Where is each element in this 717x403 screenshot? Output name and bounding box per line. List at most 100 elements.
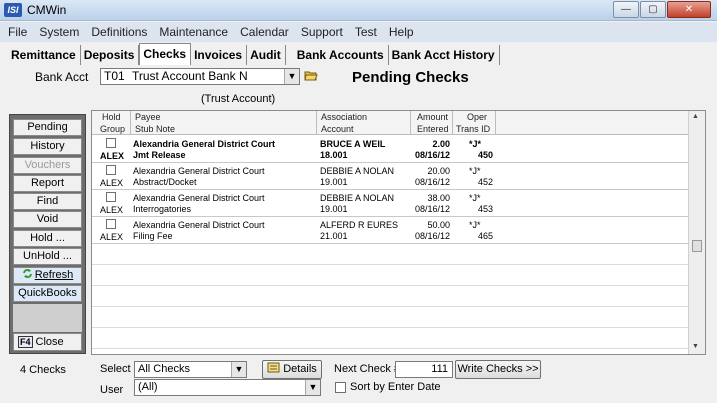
user-dropdown[interactable]: (All) ▼ <box>134 379 321 396</box>
menu-file[interactable]: File <box>8 25 27 39</box>
header-entered[interactable]: Entered <box>417 124 449 135</box>
row-oper: *J* <box>469 220 481 230</box>
row-amount: 20.00 <box>427 166 450 176</box>
scroll-up-icon[interactable]: ▲ <box>692 113 699 120</box>
sort-by-enter-date-checkbox[interactable] <box>335 382 346 393</box>
row-payee: Alexandria General District Court <box>133 220 265 230</box>
nav-void-button[interactable]: Void <box>13 211 82 228</box>
header-payee[interactable]: Payee <box>135 112 161 123</box>
nav-hold-button[interactable]: Hold ... <box>13 230 82 247</box>
header-group[interactable]: Group <box>100 124 125 135</box>
tab-remittance[interactable]: Remittance <box>8 45 81 65</box>
app-logo-icon: ISI <box>4 3 22 17</box>
row-oper: *J* <box>469 139 482 149</box>
nav-quickbooks-button[interactable]: QuickBooks <box>13 285 82 302</box>
row-stub-note: Interrogatories <box>133 204 192 214</box>
row-entered: 08/16/12 <box>414 231 450 241</box>
bank-acct-code: T01 <box>104 69 125 83</box>
row-amount: 38.00 <box>427 193 450 203</box>
write-checks-button[interactable]: Write Checks >> <box>455 360 541 379</box>
scroll-down-icon[interactable]: ▼ <box>692 343 699 350</box>
hold-checkbox[interactable] <box>106 192 116 202</box>
header-account[interactable]: Account <box>321 124 354 135</box>
row-group: ALEX <box>100 205 124 215</box>
grid-scrollbar[interactable]: ▲ ▼ <box>688 111 705 354</box>
user-value: (All) <box>138 381 158 393</box>
nav-find-button[interactable]: Find <box>13 193 82 210</box>
header-hold[interactable]: Hold <box>102 112 121 123</box>
empty-row <box>92 287 688 307</box>
header-stub-note[interactable]: Stub Note <box>135 124 175 135</box>
page-title: Pending Checks <box>352 69 469 86</box>
hold-checkbox[interactable] <box>106 138 116 148</box>
menu-maintenance[interactable]: Maintenance <box>159 25 228 39</box>
nav-close-label: Close <box>35 336 64 348</box>
header-association[interactable]: Association <box>321 112 367 123</box>
open-folder-icon[interactable] <box>304 69 318 82</box>
nav-refresh-button[interactable]: Refresh <box>13 267 82 284</box>
row-trans-id: 465 <box>477 231 493 241</box>
menu-definitions[interactable]: Definitions <box>91 25 147 39</box>
scroll-thumb[interactable] <box>692 240 702 252</box>
hold-checkbox[interactable] <box>106 219 116 229</box>
empty-row <box>92 245 688 265</box>
details-button[interactable]: Details <box>262 360 322 379</box>
chevron-down-icon[interactable]: ▼ <box>305 380 320 395</box>
row-association: BRUCE A WEIL <box>320 139 386 149</box>
nav-vouchers-button[interactable]: Vouchers <box>13 157 82 174</box>
details-icon <box>267 362 280 373</box>
header-divider <box>452 111 453 135</box>
row-association: DEBBIE A NOLAN <box>320 166 395 176</box>
title-bar <box>0 0 717 21</box>
tab-audit[interactable]: Audit <box>247 45 286 65</box>
header-trans-id[interactable]: Trans ID <box>456 124 490 135</box>
next-check-label: Next Check # <box>334 363 401 375</box>
window-title: CMWin <box>27 3 67 17</box>
row-oper: *J* <box>469 193 481 203</box>
nav-report-button[interactable]: Report <box>13 175 82 192</box>
hold-checkbox[interactable] <box>106 165 116 175</box>
table-row[interactable]: ALEX Alexandria General District Court F… <box>92 217 688 244</box>
tab-deposits[interactable]: Deposits <box>81 45 140 65</box>
close-window-button[interactable]: ✕ <box>667 1 711 18</box>
nav-close-button[interactable]: F4 Close <box>13 333 82 351</box>
menu-help[interactable]: Help <box>389 25 414 39</box>
bank-acct-select[interactable]: T01 Trust Account Bank N ▼ <box>100 68 300 85</box>
table-row[interactable]: ALEX Alexandria General District Court J… <box>92 136 688 163</box>
side-nav-panel: Pending History Vouchers Report Find Voi… <box>9 114 86 354</box>
select-filter-dropdown[interactable]: All Checks ▼ <box>134 361 247 378</box>
tab-bank-acct-history[interactable]: Bank Acct History <box>389 45 500 65</box>
row-account: 19.001 <box>320 204 348 214</box>
next-check-input[interactable]: 111 <box>395 361 453 378</box>
table-row[interactable]: ALEX Alexandria General District Court A… <box>92 163 688 190</box>
bank-acct-name: Trust Account Bank N <box>132 69 248 83</box>
row-account: 18.001 <box>320 150 348 160</box>
tab-bank-accounts[interactable]: Bank Accounts <box>294 45 389 65</box>
chevron-down-icon[interactable]: ▼ <box>284 69 299 84</box>
row-account: 19.001 <box>320 177 348 187</box>
menu-support[interactable]: Support <box>301 25 343 39</box>
nav-pending-button[interactable]: Pending <box>13 119 82 136</box>
menu-calendar[interactable]: Calendar <box>240 25 289 39</box>
nav-spacer <box>13 304 82 332</box>
header-divider <box>495 111 496 135</box>
empty-row <box>92 329 688 349</box>
row-entered: 08/16/12 <box>414 204 450 214</box>
nav-unhold-button[interactable]: UnHold ... <box>13 248 82 265</box>
select-label: Select <box>100 363 131 375</box>
nav-history-button[interactable]: History <box>13 138 82 155</box>
tab-bar: Remittance Deposits Checks Invoices Audi… <box>0 43 717 65</box>
tab-invoices[interactable]: Invoices <box>191 45 248 65</box>
refresh-icon <box>22 269 32 278</box>
header-oper[interactable]: Oper <box>467 112 487 123</box>
chevron-down-icon[interactable]: ▼ <box>231 362 246 377</box>
minimize-button[interactable]: — <box>613 1 639 18</box>
table-row[interactable]: ALEX Alexandria General District Court I… <box>92 190 688 217</box>
maximize-button[interactable]: ▢ <box>640 1 666 18</box>
select-filter-value: All Checks <box>138 363 190 375</box>
menu-test[interactable]: Test <box>355 25 377 39</box>
header-amount[interactable]: Amount <box>417 112 448 123</box>
tab-checks[interactable]: Checks <box>139 43 192 65</box>
row-group: ALEX <box>100 151 125 161</box>
menu-system[interactable]: System <box>39 25 79 39</box>
